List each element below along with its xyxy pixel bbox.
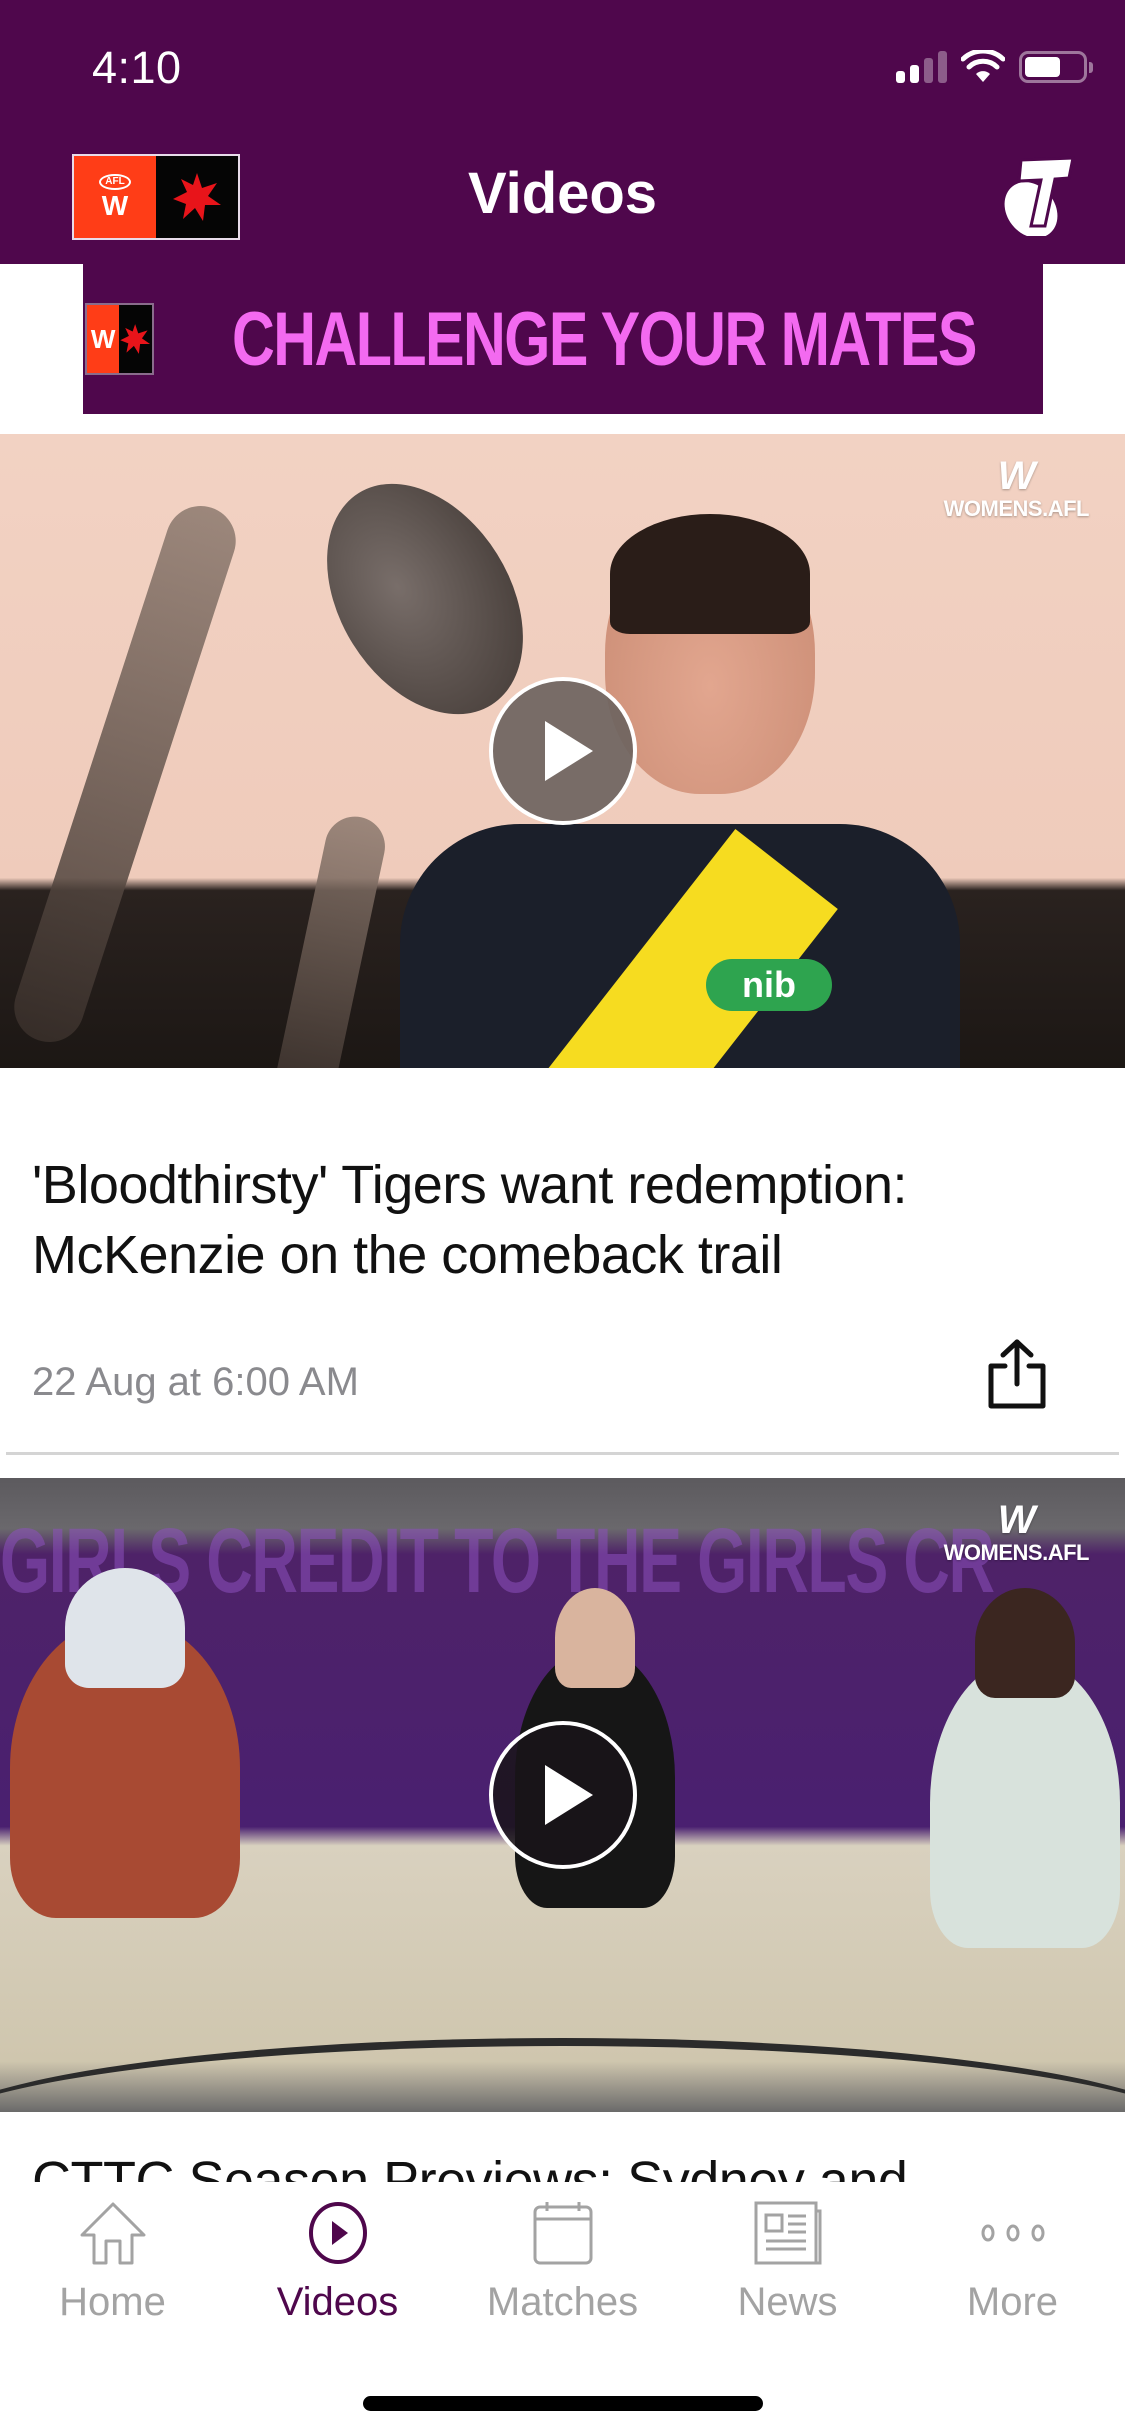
- sponsor-badge: nib: [706, 959, 832, 1011]
- play-icon: [544, 1765, 593, 1825]
- aflw-nab-logo: W: [85, 303, 154, 375]
- banner-text: CHALLENGE YOUR MATES: [231, 296, 977, 382]
- tab-label: More: [966, 2280, 1059, 2324]
- calendar-icon: [533, 2202, 592, 2265]
- share-icon[interactable]: [983, 1338, 1051, 1412]
- wifi-icon: [961, 50, 1005, 82]
- more-dots-icon: [981, 2224, 1044, 2242]
- play-button[interactable]: [488, 1721, 637, 1869]
- video-title[interactable]: 'Bloodthirsty' Tigers want redemption: M…: [32, 1150, 1092, 1290]
- top-bar: 4:10 AFL W Videos: [0, 0, 1125, 264]
- video-date: 22 Aug at 6:00 AM: [32, 1360, 359, 1404]
- page-title: Videos: [467, 161, 658, 226]
- tab-label: Videos: [276, 2280, 399, 2324]
- play-circle-icon: [308, 2202, 367, 2264]
- video-thumbnail[interactable]: nib W WOMENS.AFL: [0, 434, 1125, 1068]
- tab-matches[interactable]: Matches: [450, 2200, 675, 2330]
- newspaper-icon: [754, 2201, 821, 2265]
- tab-home[interactable]: Home: [0, 2200, 225, 2330]
- telstra-logo-icon[interactable]: [1001, 154, 1077, 236]
- play-button[interactable]: [488, 677, 637, 825]
- womens-afl-watermark: W WOMENS.AFL: [943, 454, 1090, 521]
- tab-label: Home: [59, 2280, 166, 2324]
- home-icon: [80, 2202, 145, 2265]
- tab-news[interactable]: News: [675, 2200, 900, 2330]
- nab-star-icon: [120, 324, 151, 354]
- status-icons: [896, 50, 1093, 84]
- video-title-clipped: CTTC Season Previews: Sydney and: [0, 2150, 1125, 2182]
- tab-label: Matches: [486, 2280, 639, 2324]
- video-thumbnail[interactable]: GIRLS CREDIT TO THE GIRLS CR W WOMENS.AF…: [0, 1478, 1125, 2112]
- womens-afl-watermark: W WOMENS.AFL: [943, 1498, 1090, 1565]
- card-divider: [6, 1452, 1119, 1455]
- tab-more[interactable]: More: [900, 2200, 1125, 2330]
- home-indicator[interactable]: [363, 2396, 763, 2411]
- challenge-banner[interactable]: W CHALLENGE YOUR MATES: [83, 264, 1043, 414]
- status-time: 4:10: [92, 42, 182, 93]
- play-icon: [544, 721, 593, 781]
- tab-videos[interactable]: Videos: [225, 2200, 450, 2330]
- tab-label: News: [737, 2280, 838, 2324]
- cellular-signal-icon: [896, 51, 947, 83]
- host-right: [930, 1658, 1120, 1948]
- video-title[interactable]: CTTC Season Previews: Sydney and: [32, 2150, 1092, 2182]
- aflw-w-icon: W: [87, 305, 120, 373]
- battery-icon: [1019, 51, 1093, 83]
